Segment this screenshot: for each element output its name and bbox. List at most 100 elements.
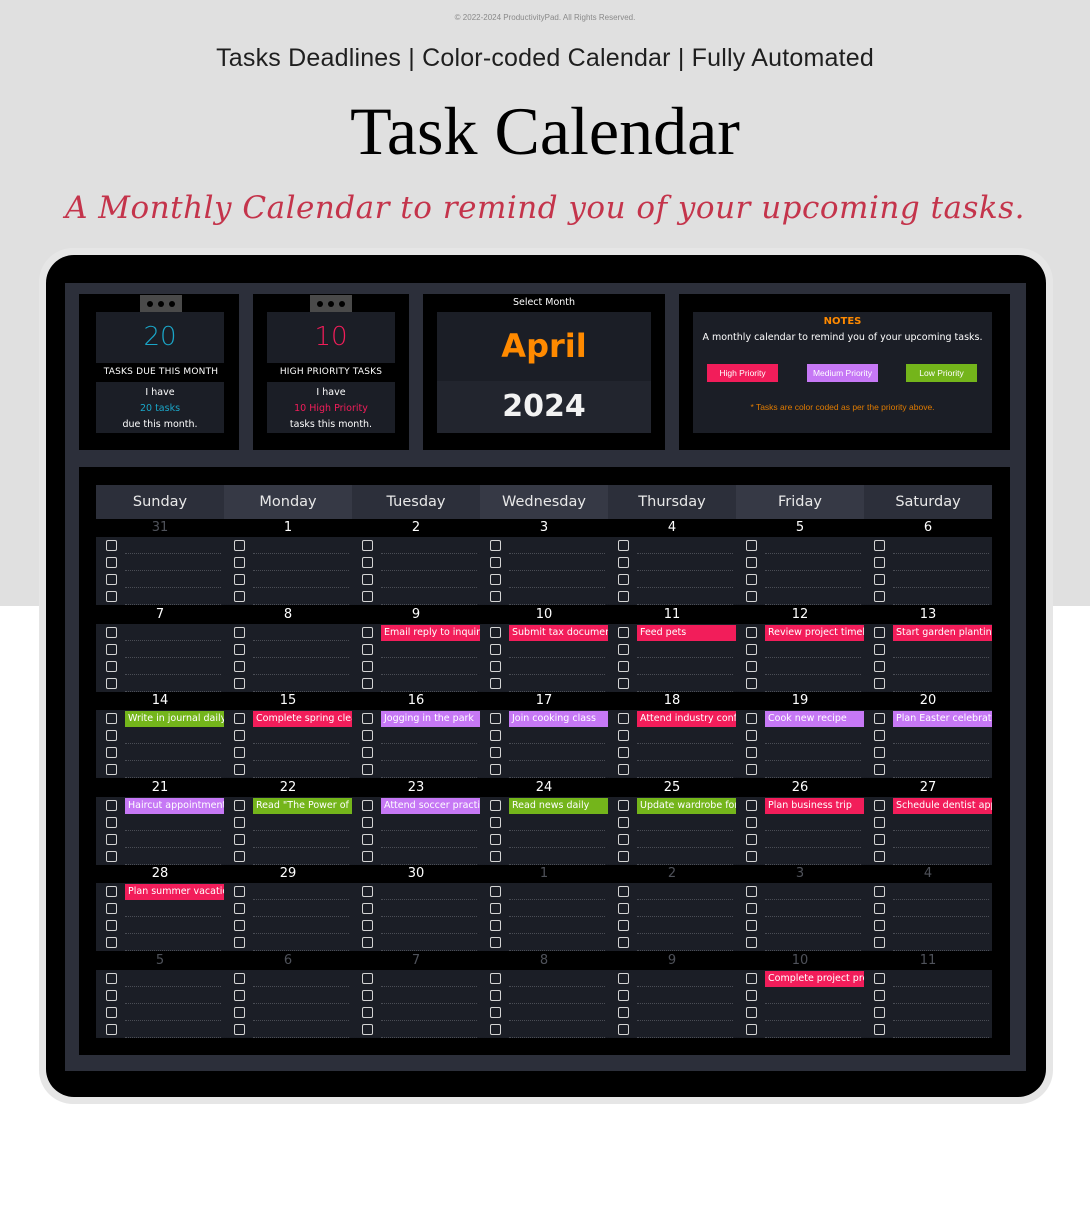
task-checkbox[interactable]: [490, 557, 501, 568]
task-item-medium[interactable]: Cook new recipe: [765, 711, 864, 727]
task-checkbox[interactable]: [362, 989, 373, 1001]
task-checkbox[interactable]: [746, 989, 757, 1001]
task-checkbox[interactable]: [362, 660, 373, 672]
task-item-low[interactable]: Read news daily: [509, 797, 608, 814]
task-checkbox[interactable]: [490, 713, 501, 724]
task-checkbox[interactable]: [490, 677, 501, 689]
task-checkbox[interactable]: [106, 972, 117, 984]
task-checkbox[interactable]: [234, 920, 245, 931]
task-checkbox[interactable]: [234, 972, 245, 984]
task-checkbox[interactable]: [746, 799, 757, 811]
task-checkbox[interactable]: [362, 677, 373, 689]
task-checkbox[interactable]: [106, 903, 117, 914]
task-checkbox[interactable]: [106, 591, 117, 602]
task-checkbox[interactable]: [490, 643, 501, 655]
task-checkbox[interactable]: [362, 886, 373, 897]
task-checkbox[interactable]: [874, 643, 885, 655]
task-checkbox[interactable]: [618, 816, 629, 828]
task-checkbox[interactable]: [618, 591, 629, 602]
task-checkbox[interactable]: [874, 886, 885, 897]
task-checkbox[interactable]: [618, 713, 629, 724]
task-checkbox[interactable]: [234, 799, 245, 811]
task-item-low[interactable]: Write in journal daily: [125, 711, 224, 727]
task-item-high[interactable]: Review project timeline: [765, 624, 864, 641]
task-checkbox[interactable]: [362, 1006, 373, 1018]
task-checkbox[interactable]: [362, 1023, 373, 1035]
task-checkbox[interactable]: [618, 747, 629, 758]
task-checkbox[interactable]: [234, 540, 245, 551]
task-checkbox[interactable]: [362, 730, 373, 741]
task-checkbox[interactable]: [362, 557, 373, 568]
task-checkbox[interactable]: [874, 730, 885, 741]
task-checkbox[interactable]: [490, 886, 501, 897]
task-item-low[interactable]: Read "The Power of Habit": [253, 797, 352, 814]
task-checkbox[interactable]: [106, 799, 117, 811]
task-checkbox[interactable]: [362, 747, 373, 758]
task-checkbox[interactable]: [490, 764, 501, 775]
task-checkbox[interactable]: [106, 886, 117, 897]
task-item-high[interactable]: Plan summer vacation: [125, 884, 224, 900]
task-checkbox[interactable]: [874, 591, 885, 602]
task-checkbox[interactable]: [106, 677, 117, 689]
task-checkbox[interactable]: [874, 557, 885, 568]
task-item-medium[interactable]: Haircut appointment: [125, 797, 224, 814]
task-checkbox[interactable]: [746, 850, 757, 862]
task-checkbox[interactable]: [490, 989, 501, 1001]
task-checkbox[interactable]: [490, 1023, 501, 1035]
task-checkbox[interactable]: [490, 937, 501, 948]
task-item-medium[interactable]: Jogging in the park: [381, 711, 480, 727]
task-checkbox[interactable]: [362, 937, 373, 948]
task-checkbox[interactable]: [874, 989, 885, 1001]
task-checkbox[interactable]: [618, 972, 629, 984]
task-checkbox[interactable]: [618, 920, 629, 931]
task-item-low[interactable]: Update wardrobe for spring: [637, 797, 736, 814]
task-checkbox[interactable]: [746, 972, 757, 984]
task-checkbox[interactable]: [234, 886, 245, 897]
task-checkbox[interactable]: [490, 799, 501, 811]
task-checkbox[interactable]: [490, 903, 501, 914]
task-checkbox[interactable]: [746, 591, 757, 602]
task-checkbox[interactable]: [746, 677, 757, 689]
task-checkbox[interactable]: [746, 713, 757, 724]
task-checkbox[interactable]: [490, 972, 501, 984]
task-input-line[interactable]: [253, 1036, 349, 1038]
task-checkbox[interactable]: [490, 626, 501, 638]
task-item-high[interactable]: Start garden planting: [893, 624, 992, 641]
task-checkbox[interactable]: [874, 972, 885, 984]
task-checkbox[interactable]: [234, 660, 245, 672]
task-checkbox[interactable]: [746, 557, 757, 568]
task-checkbox[interactable]: [106, 937, 117, 948]
task-item-medium[interactable]: Attend soccer practice: [381, 797, 480, 814]
task-checkbox[interactable]: [874, 574, 885, 585]
task-checkbox[interactable]: [874, 677, 885, 689]
task-checkbox[interactable]: [106, 833, 117, 845]
task-checkbox[interactable]: [106, 713, 117, 724]
task-checkbox[interactable]: [618, 626, 629, 638]
task-checkbox[interactable]: [874, 833, 885, 845]
task-checkbox[interactable]: [106, 747, 117, 758]
task-checkbox[interactable]: [106, 557, 117, 568]
task-item-high[interactable]: Complete project presentation: [765, 970, 864, 987]
task-checkbox[interactable]: [234, 937, 245, 948]
task-checkbox[interactable]: [106, 660, 117, 672]
task-item-high[interactable]: Attend industry conference: [637, 711, 736, 727]
task-checkbox[interactable]: [874, 540, 885, 551]
task-checkbox[interactable]: [874, 937, 885, 948]
task-checkbox[interactable]: [106, 1006, 117, 1018]
task-input-line[interactable]: [637, 1036, 733, 1038]
task-checkbox[interactable]: [362, 626, 373, 638]
task-checkbox[interactable]: [106, 989, 117, 1001]
month-dropdown[interactable]: April: [437, 312, 651, 381]
task-checkbox[interactable]: [618, 557, 629, 568]
task-item-high[interactable]: Feed pets: [637, 624, 736, 641]
task-checkbox[interactable]: [874, 903, 885, 914]
task-checkbox[interactable]: [234, 591, 245, 602]
task-checkbox[interactable]: [362, 764, 373, 775]
task-checkbox[interactable]: [106, 816, 117, 828]
task-checkbox[interactable]: [618, 903, 629, 914]
task-checkbox[interactable]: [106, 574, 117, 585]
task-checkbox[interactable]: [746, 1006, 757, 1018]
task-checkbox[interactable]: [490, 591, 501, 602]
task-checkbox[interactable]: [362, 591, 373, 602]
task-checkbox[interactable]: [874, 660, 885, 672]
